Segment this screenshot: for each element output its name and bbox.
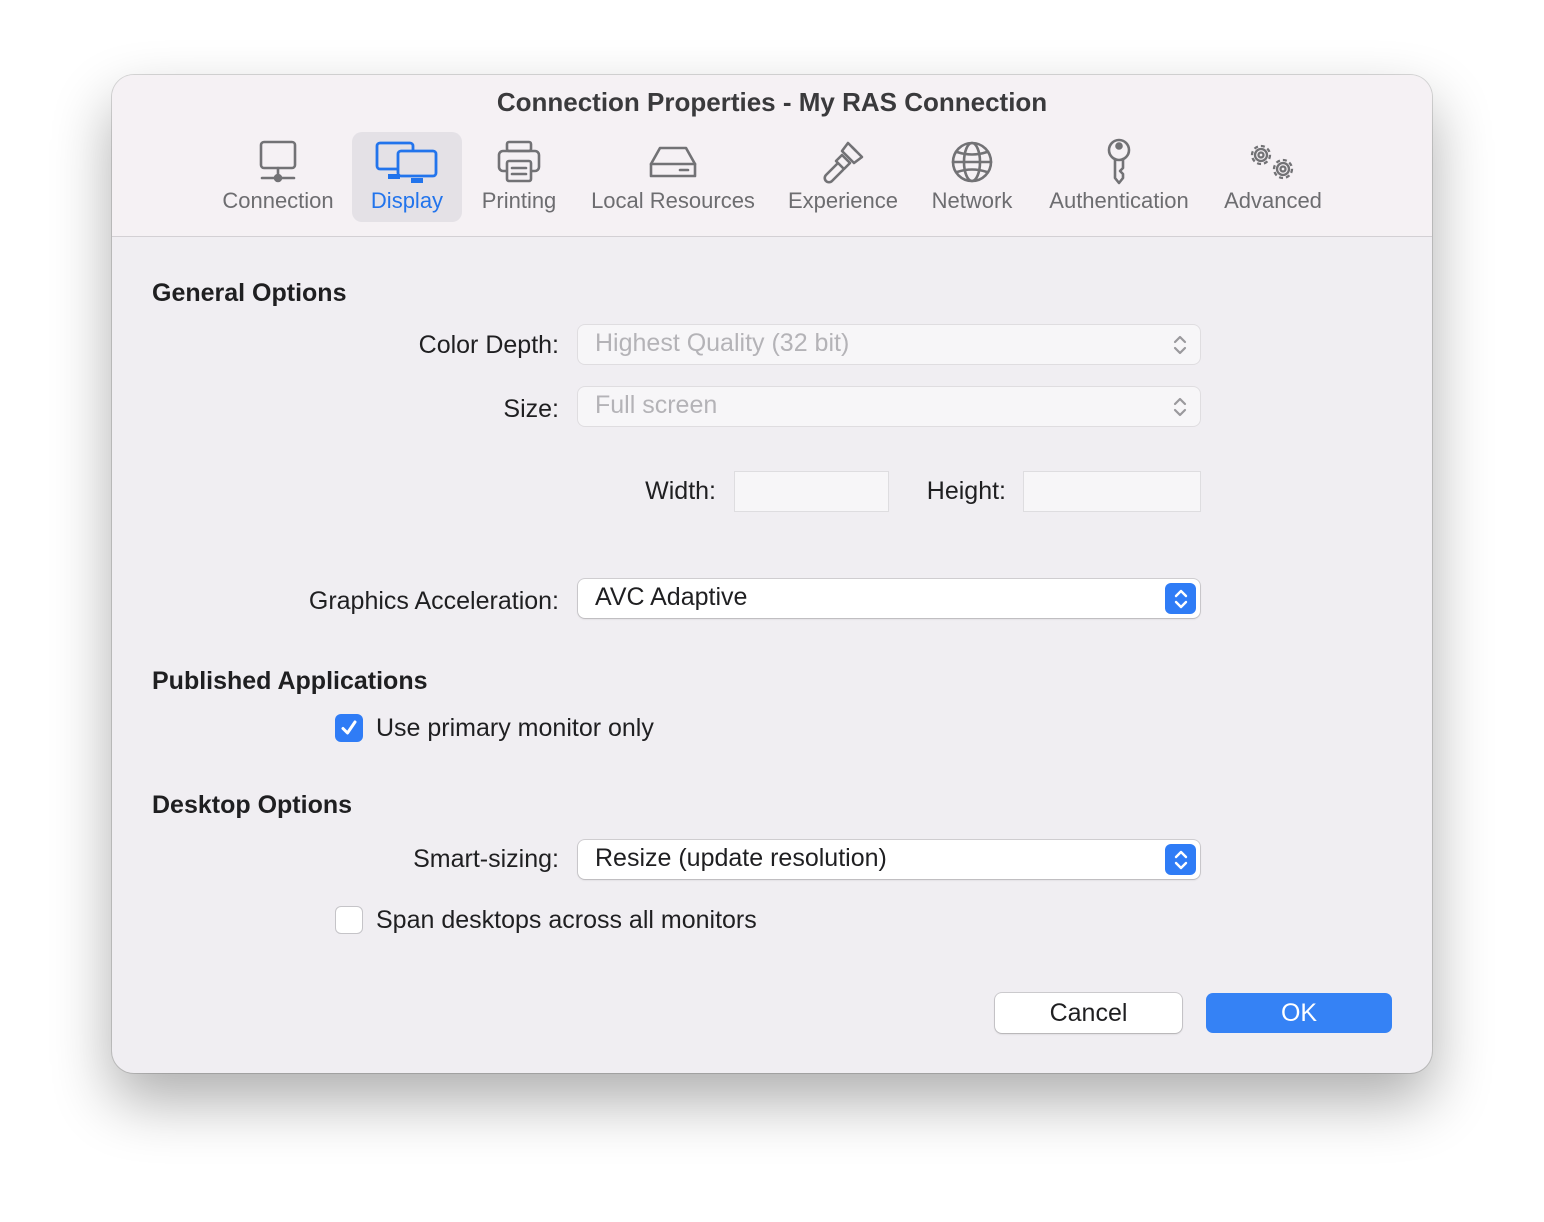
displays-icon	[374, 138, 440, 186]
height-label: Height:	[926, 477, 1006, 505]
tab-printing[interactable]: Printing	[472, 132, 566, 222]
tab-label: Advanced	[1224, 188, 1322, 213]
chevron-updown-icon	[1172, 394, 1188, 425]
paintbrush-icon	[820, 138, 866, 186]
primary-monitor-label: Use primary monitor only	[376, 714, 654, 742]
tab-local-resources[interactable]: Local Resources	[582, 132, 764, 222]
chevron-updown-icon	[1165, 844, 1196, 875]
globe-icon	[950, 138, 994, 186]
span-desktops-label: Span desktops across all monitors	[376, 906, 757, 934]
tab-label: Experience	[787, 188, 899, 213]
size-select[interactable]: Full screen	[578, 387, 1200, 426]
tab-authentication[interactable]: Authentication	[1038, 132, 1200, 222]
tab-experience[interactable]: Experience	[780, 132, 906, 222]
graphics-acceleration-select[interactable]: AVC Adaptive	[578, 579, 1200, 618]
window-title: Connection Properties - My RAS Connectio…	[496, 87, 1048, 117]
width-field[interactable]	[734, 471, 889, 512]
ok-button[interactable]: OK	[1206, 993, 1392, 1033]
tab-label: Connection	[222, 188, 334, 213]
color-depth-label: Color Depth:	[418, 331, 559, 359]
chevron-updown-icon	[1172, 332, 1188, 363]
key-icon	[1102, 138, 1136, 186]
general-options-heading: General Options	[152, 279, 347, 307]
desktop-options-heading: Desktop Options	[152, 791, 353, 819]
tab-label: Local Resources	[591, 188, 755, 213]
primary-monitor-checkbox[interactable]	[335, 714, 363, 742]
tab-connection[interactable]: Connection	[214, 132, 342, 222]
gears-icon	[1243, 138, 1303, 186]
drive-icon	[648, 138, 698, 186]
size-label: Size:	[503, 395, 559, 423]
checkmark-icon	[341, 720, 357, 735]
tab-label: Display	[370, 188, 444, 213]
toolbar: Connection Properties - My RAS Connectio…	[112, 75, 1432, 237]
graphics-acceleration-value: AVC Adaptive	[595, 583, 748, 611]
chevron-updown-icon	[1165, 583, 1196, 614]
tab-network[interactable]: Network	[922, 132, 1022, 222]
smart-sizing-label: Smart-sizing:	[413, 845, 559, 873]
span-desktops-checkbox[interactable]	[335, 906, 363, 934]
tab-display[interactable]: Display	[352, 132, 462, 222]
connection-properties-window: Connection Properties - My RAS Connectio…	[112, 75, 1432, 1073]
tab-label: Authentication	[1049, 188, 1189, 213]
width-label: Width:	[645, 477, 716, 505]
color-depth-select[interactable]: Highest Quality (32 bit)	[578, 325, 1200, 364]
smart-sizing-value: Resize (update resolution)	[595, 844, 887, 872]
cancel-button[interactable]: Cancel	[995, 993, 1182, 1033]
graphics-acceleration-label: Graphics Acceleration:	[308, 587, 559, 615]
tab-label: Printing	[481, 188, 557, 213]
monitor-icon	[258, 138, 298, 186]
color-depth-value: Highest Quality (32 bit)	[595, 329, 850, 357]
tab-advanced[interactable]: Advanced	[1216, 132, 1330, 222]
size-value: Full screen	[595, 391, 718, 419]
smart-sizing-select[interactable]: Resize (update resolution)	[578, 840, 1200, 879]
height-field[interactable]	[1023, 471, 1201, 512]
published-applications-heading: Published Applications	[152, 667, 428, 695]
tab-label: Network	[931, 188, 1013, 213]
printer-icon	[496, 138, 542, 186]
